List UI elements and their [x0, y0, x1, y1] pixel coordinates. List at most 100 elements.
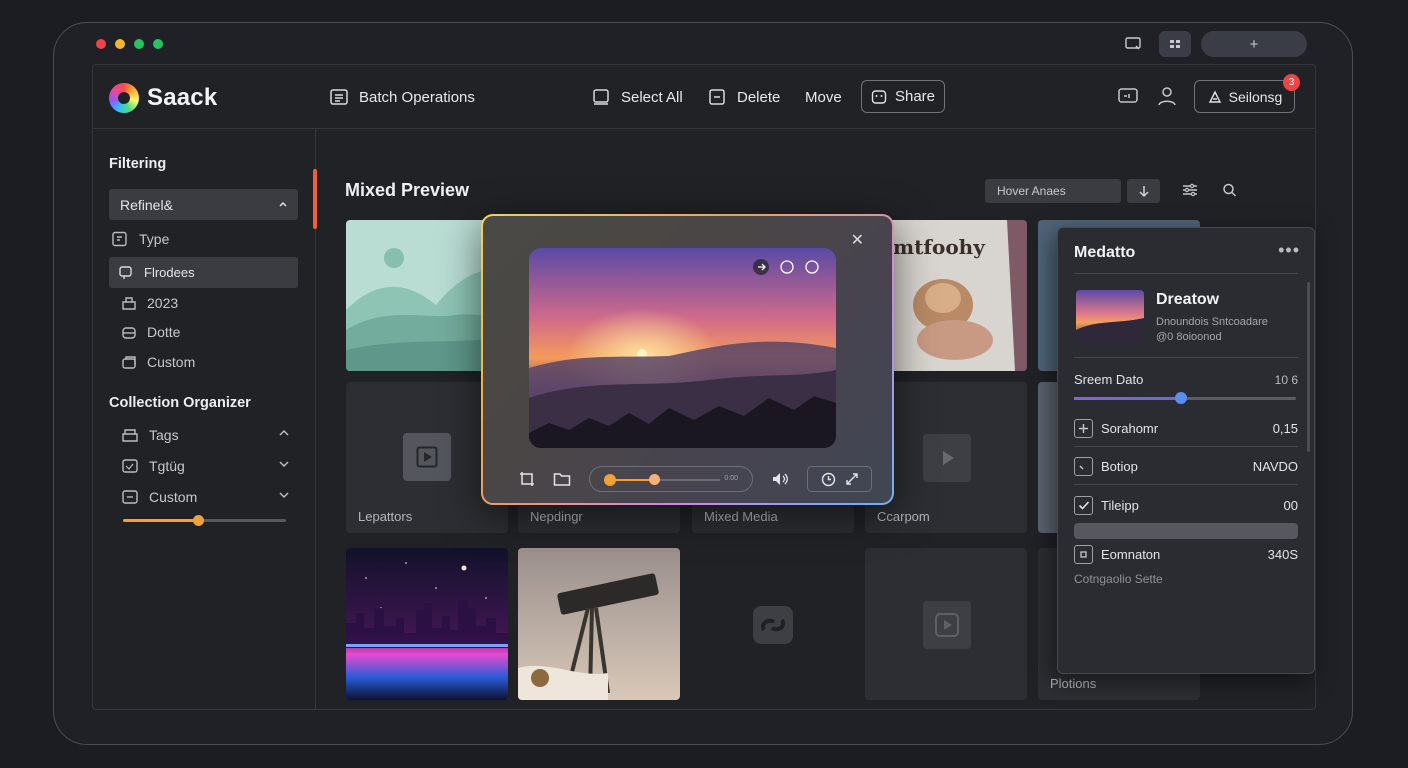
chevron-up-icon[interactable]: [278, 429, 290, 437]
checked-checkbox-icon[interactable]: [1074, 496, 1093, 515]
close-dot[interactable]: [96, 39, 106, 49]
item-name: Dreatow: [1156, 291, 1220, 308]
delete-label: Delete: [737, 88, 781, 106]
grid-icon[interactable]: [1159, 31, 1191, 57]
plus-checkbox-icon[interactable]: [1074, 419, 1093, 438]
filter-dotte[interactable]: Dotte: [109, 318, 298, 346]
row-label: Sorahomr: [1101, 421, 1159, 436]
select-all-icon: [593, 89, 609, 105]
box-icon[interactable]: [1074, 545, 1093, 564]
metadata-row[interactable]: Eomnaton 340S: [1074, 545, 1298, 564]
search-icon[interactable]: [1221, 182, 1239, 198]
tile-caption: Nepdingr: [530, 509, 583, 524]
close-icon[interactable]: ✕: [851, 233, 864, 249]
image-icon: [122, 459, 138, 473]
delete-button[interactable]: Delete: [707, 85, 780, 109]
panel-scrollbar[interactable]: [1307, 282, 1310, 452]
chevron-down-icon[interactable]: [278, 491, 290, 499]
volume-icon[interactable]: [771, 471, 789, 487]
divider: [1074, 446, 1298, 447]
media-tile-city[interactable]: [346, 548, 508, 700]
collection-custom[interactable]: Custom: [109, 483, 298, 511]
arrow-down-icon: [1138, 186, 1149, 198]
minimize-dot[interactable]: [115, 39, 125, 49]
refine-label: Refinel&: [120, 196, 173, 213]
city-night-thumbnail: [346, 548, 508, 700]
maximize-dot[interactable]: [134, 39, 144, 49]
play-icon[interactable]: [923, 601, 971, 649]
media-icon[interactable]: [1117, 86, 1139, 106]
filter-sliders-icon[interactable]: [1181, 182, 1199, 198]
time-label: 0:00: [724, 475, 738, 482]
chevron-down-icon[interactable]: [278, 460, 290, 468]
media-tile-video-4[interactable]: [865, 548, 1027, 700]
player-controls: 0:00: [519, 466, 872, 492]
select-all-button[interactable]: Select All: [591, 85, 683, 109]
filter-custom[interactable]: Custom: [109, 348, 298, 376]
sunset-preview[interactable]: [529, 248, 836, 448]
scrub-start-knob[interactable]: [604, 474, 616, 486]
filter-2023-label: 2023: [147, 295, 179, 311]
metadata-row[interactable]: Sorahomr 0,15: [1074, 419, 1298, 438]
new-tab-button[interactable]: +: [1201, 31, 1307, 57]
app-logo[interactable]: Saack: [109, 83, 217, 113]
slider-knob[interactable]: [1174, 392, 1187, 404]
sort-button[interactable]: [1127, 179, 1160, 203]
tag-icon: [119, 265, 132, 279]
media-tile-telescope[interactable]: [518, 548, 680, 700]
row-label: Eomnaton: [1101, 547, 1161, 562]
scrub-playhead[interactable]: [649, 474, 660, 485]
preview-overlay: ✕ 0:00: [481, 214, 894, 505]
crop-icon[interactable]: [519, 471, 535, 487]
playback-scrubber[interactable]: 0:00: [589, 466, 753, 492]
filter-2023[interactable]: 2023: [109, 289, 298, 317]
metadata-row[interactable]: Botiop NAVDO: [1074, 457, 1298, 476]
screen-share-icon[interactable]: [1117, 31, 1149, 57]
chevron-up-icon: [279, 201, 287, 207]
slider-knob[interactable]: [192, 515, 204, 526]
filter-custom-label: Custom: [147, 354, 196, 370]
hover-filter-input[interactable]: Hover Anaes: [985, 179, 1121, 203]
collection-custom-label: Custom: [149, 489, 198, 505]
filter-flrodees-label: Flrodees: [144, 265, 195, 280]
share-button[interactable]: Share: [861, 80, 945, 113]
expand-icon[interactable]: [845, 472, 859, 486]
share-label: Share: [894, 88, 936, 105]
list-icon: [330, 89, 348, 105]
slider-fill: [123, 519, 198, 522]
tile-caption: Plotions: [1050, 676, 1097, 691]
tile-caption: Ccarpom: [877, 509, 930, 524]
filter-type[interactable]: Type: [109, 225, 298, 253]
play-icon[interactable]: [403, 433, 451, 481]
refine-dropdown[interactable]: Refinel&: [109, 189, 298, 220]
metadata-row[interactable]: Tileipp 00: [1074, 496, 1298, 515]
batch-operations-label: Batch Operations: [359, 88, 475, 106]
sidebar-slider[interactable]: [123, 515, 286, 526]
panel-title: Medatto: [1074, 244, 1136, 261]
collection-tags[interactable]: Tags: [109, 421, 298, 449]
delete-icon: [709, 89, 725, 105]
extra-dot[interactable]: [153, 39, 163, 49]
metadata-panel: Medatto ••• Dreatow Dnoundois Sntcoadare…: [1057, 227, 1315, 674]
move-button[interactable]: Move: [805, 85, 842, 109]
media-tile-link[interactable]: [692, 548, 854, 700]
folder-icon[interactable]: [553, 471, 571, 487]
user-icon[interactable]: [1156, 86, 1178, 106]
progress-bar: [1074, 523, 1298, 539]
collection-tgtug[interactable]: Tgtüg: [109, 452, 298, 480]
batch-operations-button[interactable]: Batch Operations: [329, 85, 475, 109]
preview-actions[interactable]: [752, 258, 824, 276]
play-icon[interactable]: [923, 434, 971, 482]
stream-date-slider[interactable]: [1074, 392, 1296, 404]
check-box-icon[interactable]: [1074, 457, 1093, 476]
tshirt-text: mtfoohy: [893, 235, 986, 259]
player-extra-controls: [807, 466, 872, 492]
app-name: Saack: [147, 84, 218, 111]
clock-icon[interactable]: [821, 472, 836, 487]
stream-date-label: Sreem Dato: [1074, 372, 1144, 387]
more-options-icon[interactable]: •••: [1278, 240, 1300, 261]
folder-icon: [122, 296, 136, 310]
settings-button[interactable]: Seilonsg 3: [1194, 74, 1300, 113]
item-meta: @0 8oioonod: [1156, 331, 1222, 343]
filter-flrodees[interactable]: Flrodees: [109, 257, 298, 288]
